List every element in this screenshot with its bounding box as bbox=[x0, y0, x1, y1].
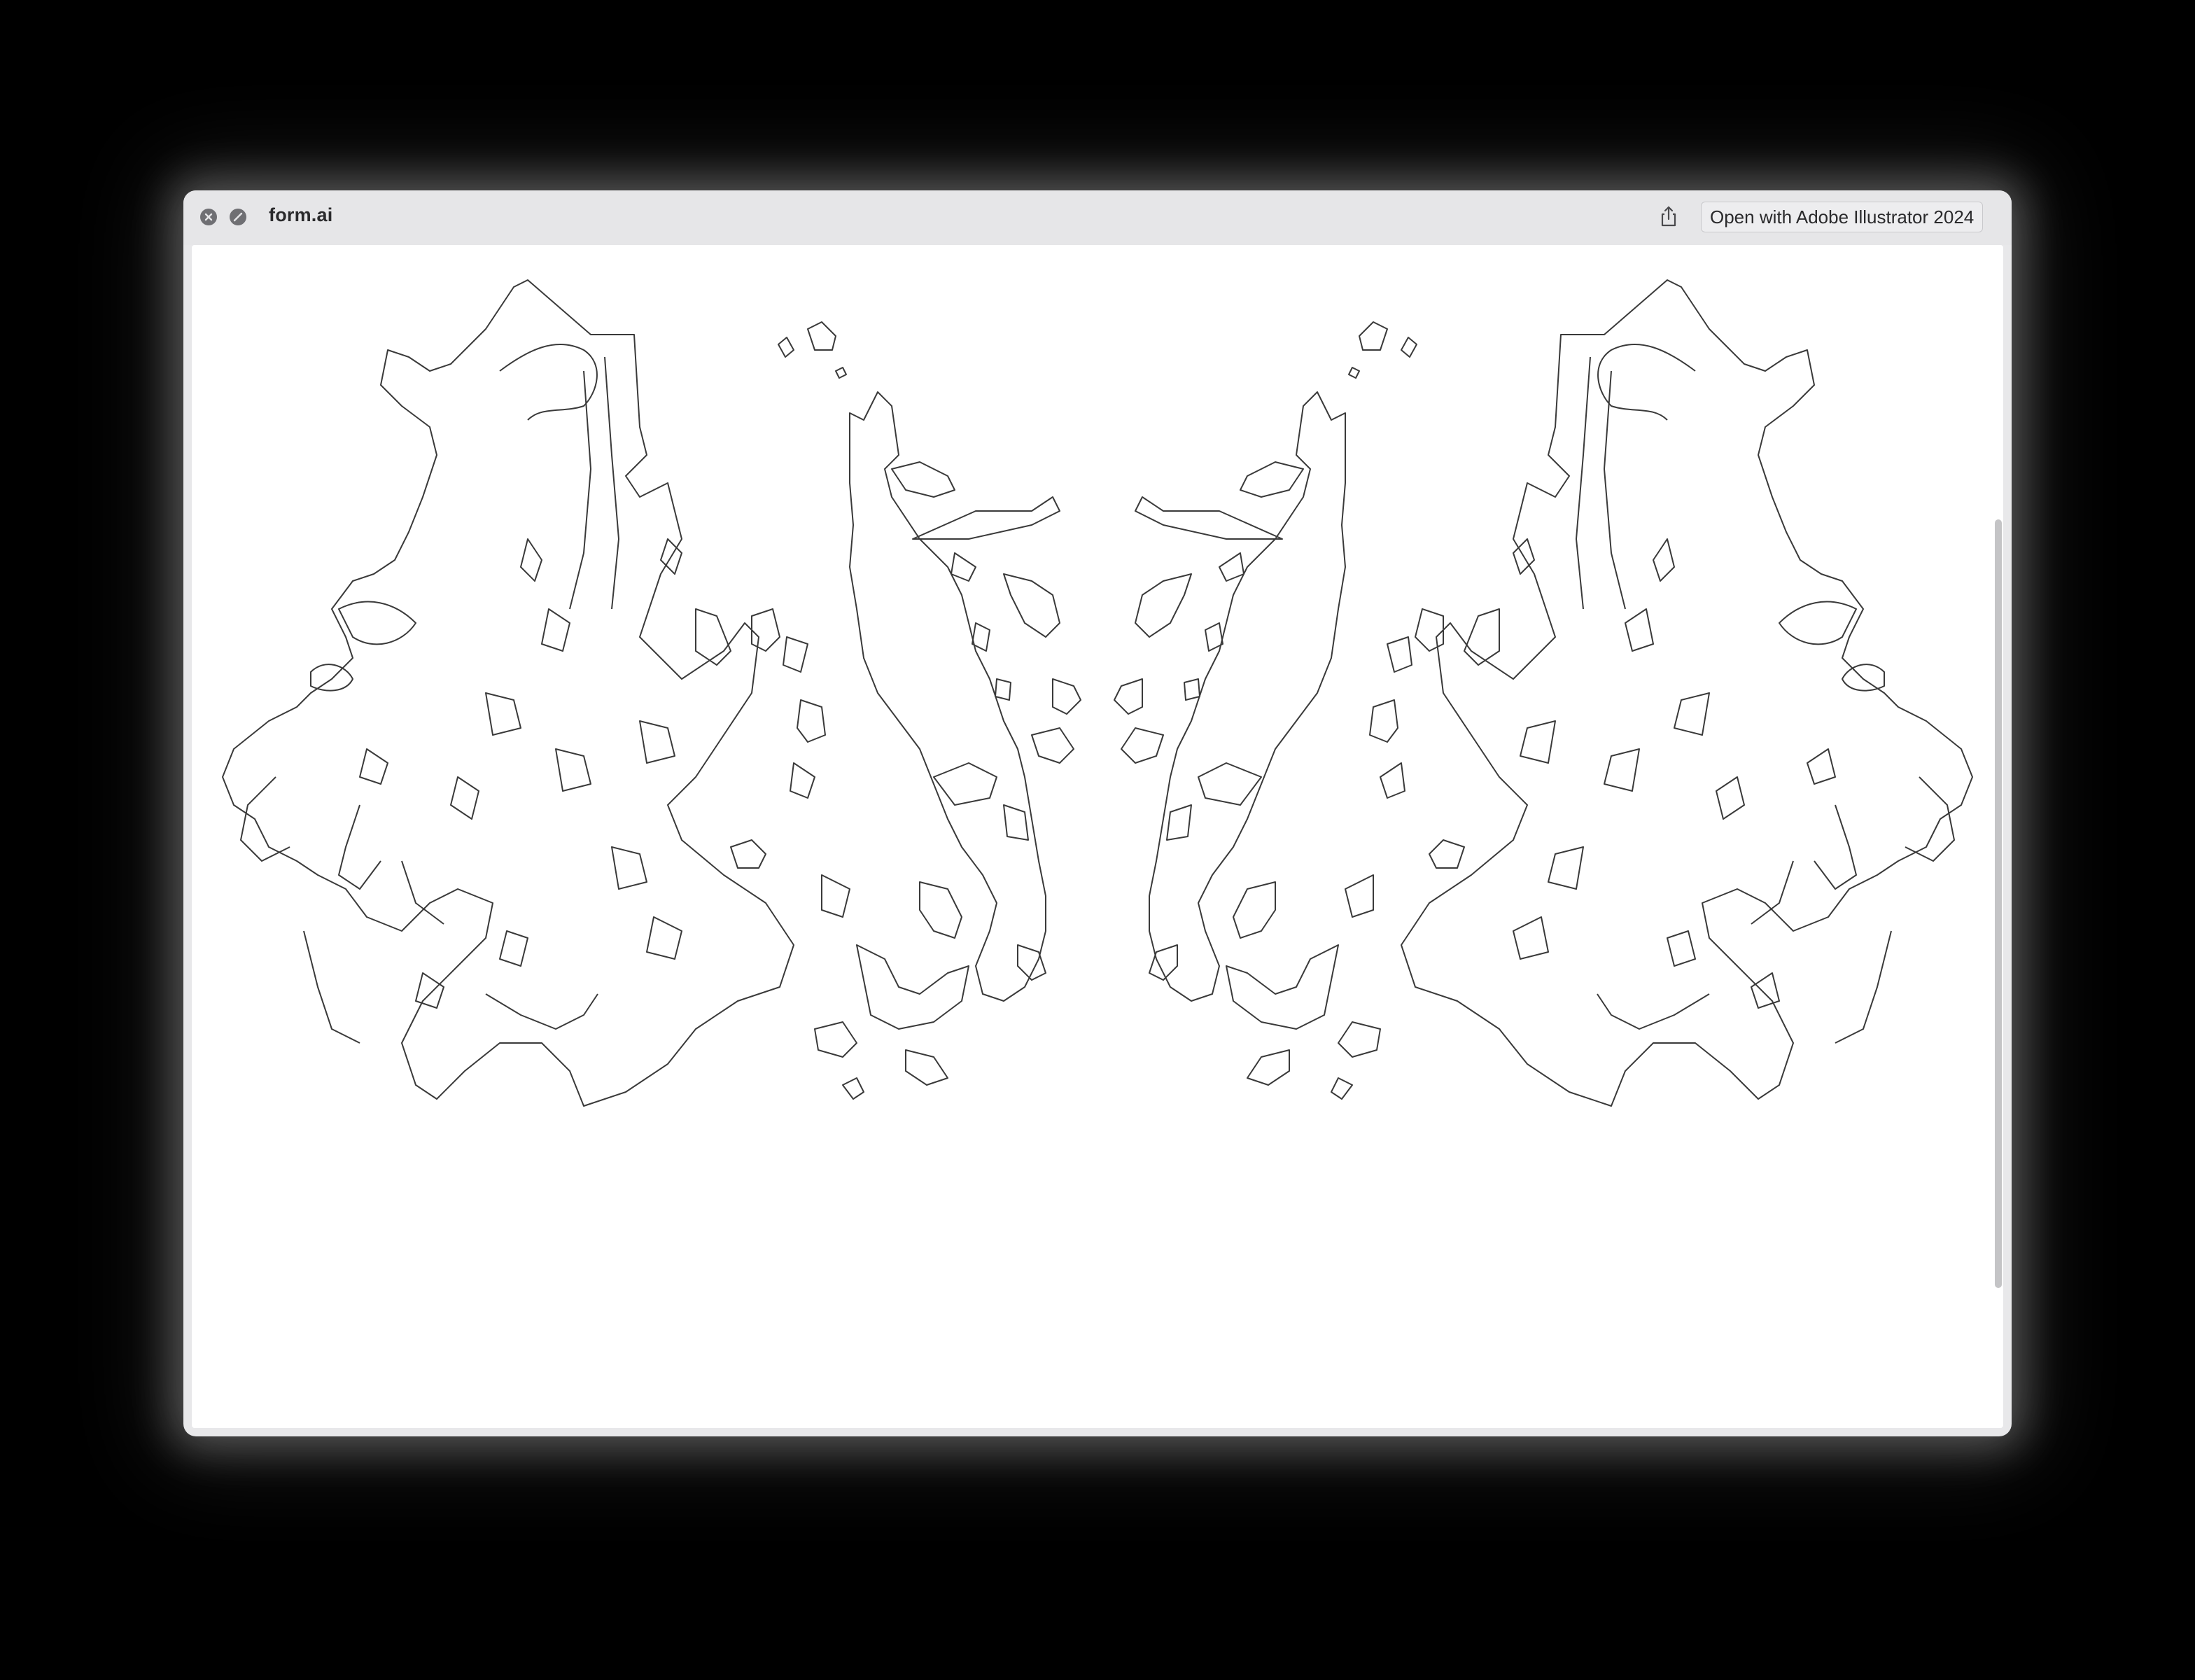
quicklook-window: form.ai Open with Adobe Illustrator 2024 bbox=[183, 190, 2012, 1436]
window-title: form.ai bbox=[269, 204, 333, 225]
close-icon bbox=[204, 213, 213, 221]
preview-canvas[interactable] bbox=[192, 245, 2003, 1428]
share-icon bbox=[1661, 206, 1676, 227]
line-art-illustration bbox=[222, 279, 1973, 1107]
share-button[interactable] bbox=[1655, 203, 1683, 231]
close-button[interactable] bbox=[200, 209, 217, 225]
artwork-left-half bbox=[222, 279, 1081, 1107]
vertical-scrollbar[interactable] bbox=[1995, 519, 2002, 1288]
titlebar: form.ai Open with Adobe Illustrator 2024 bbox=[183, 190, 2012, 245]
fullscreen-button[interactable] bbox=[230, 209, 246, 225]
fullscreen-icon bbox=[233, 212, 243, 222]
artwork-right-half bbox=[1114, 279, 1973, 1107]
open-with-button[interactable]: Open with Adobe Illustrator 2024 bbox=[1701, 202, 1984, 232]
